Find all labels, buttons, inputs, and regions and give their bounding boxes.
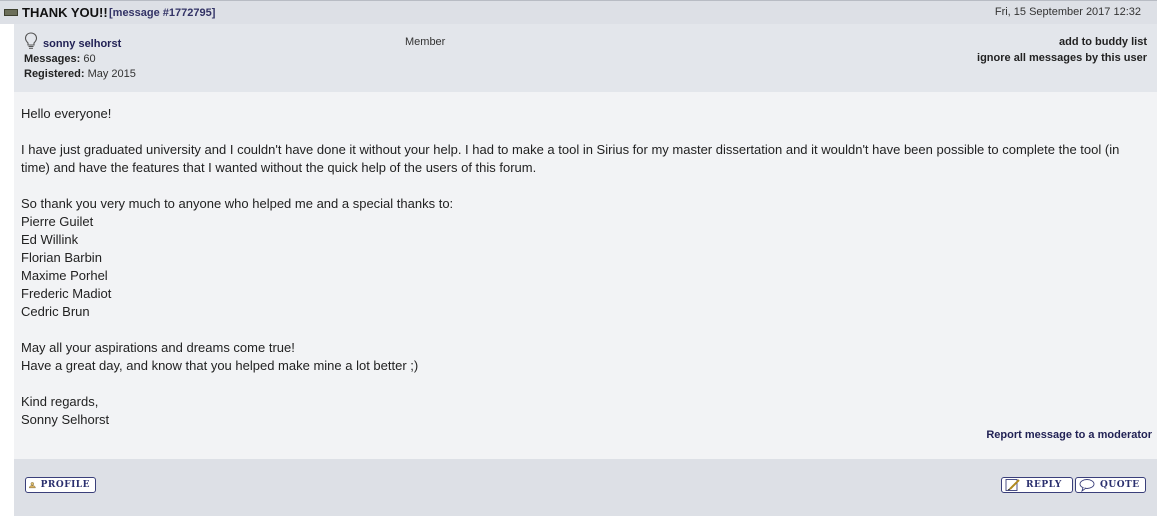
author-panel: sonny selhorst Messages: 60 Registered: … <box>14 24 1157 92</box>
message-line: So thank you very much to anyone who hel… <box>21 196 454 211</box>
message-line: Sonny Selhorst <box>21 412 110 427</box>
message-line: Pierre Guilet <box>21 214 94 229</box>
message-line: May all your aspirations and dreams come… <box>21 340 295 355</box>
author-messages-count: Messages: 60 <box>24 53 96 65</box>
message-line: I have just graduated university and I c… <box>21 142 1120 175</box>
registered-label: Registered: <box>24 68 85 80</box>
report-moderator-link[interactable]: Report message to a moderator <box>986 429 1152 441</box>
author-registered-date: Registered: May 2015 <box>24 68 136 80</box>
lightbulb-icon <box>24 32 38 49</box>
messages-value: 60 <box>83 53 96 65</box>
ignore-user-link[interactable]: ignore all messages by this user <box>977 50 1147 66</box>
profile-button-label: PROFILE <box>40 480 90 490</box>
message-line: Hello everyone! <box>21 106 112 121</box>
message-container: sonny selhorst Messages: 60 Registered: … <box>14 0 1157 516</box>
add-buddy-link[interactable]: add to buddy list <box>977 34 1147 50</box>
messages-label: Messages: <box>24 53 81 65</box>
message-line: Have a great day, and know that you help… <box>21 358 419 373</box>
registered-value: May 2015 <box>87 68 136 80</box>
message-body: Hello everyone! I have just graduated uni… <box>14 92 1157 459</box>
message-line: Ed Willink <box>21 232 79 247</box>
message-line: Cedric Brun <box>21 304 90 319</box>
profile-person-icon <box>28 482 36 489</box>
reply-pencil-icon <box>1005 479 1020 491</box>
quote-bubble-icon <box>1079 479 1095 492</box>
message-text: Hello everyone! I have just graduated uni… <box>21 105 1149 429</box>
message-footer: PROFILE REPLY QUOTE <box>14 459 1157 516</box>
quote-button-label: QUOTE <box>1100 480 1140 490</box>
message-line: Frederic Madiot <box>21 286 112 301</box>
quote-button[interactable]: QUOTE <box>1075 477 1146 493</box>
profile-button[interactable]: PROFILE <box>25 477 96 493</box>
author-actions: add to buddy list ignore all messages by… <box>977 34 1147 66</box>
message-line: Maxime Porhel <box>21 268 108 283</box>
reply-button-label: REPLY <box>1026 480 1062 490</box>
author-name-link[interactable]: sonny selhorst <box>43 38 121 50</box>
message-line: Kind regards, <box>21 394 99 409</box>
author-rank: Member <box>405 36 446 48</box>
message-line: Florian Barbin <box>21 250 102 265</box>
reply-button[interactable]: REPLY <box>1001 477 1073 493</box>
